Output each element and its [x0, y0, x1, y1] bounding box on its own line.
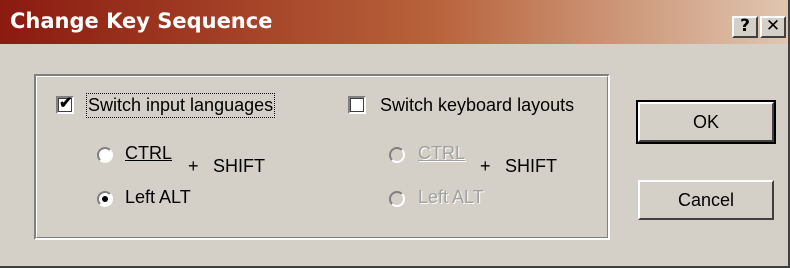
- switch-keyboard-layouts-label[interactable]: Switch keyboard layouts: [380, 95, 574, 116]
- change-key-sequence-dialog: Change Key Sequence ? ✕ ✔ Switch input l…: [0, 0, 790, 268]
- layout-ctrl-text: CTRL: [418, 143, 466, 163]
- cancel-button[interactable]: Cancel: [638, 180, 774, 220]
- layout-shift-label: SHIFT: [505, 156, 557, 176]
- switch-keyboard-layouts-checkbox[interactable]: [348, 96, 366, 114]
- input-ctrl-text: CTRL: [125, 143, 173, 163]
- close-button[interactable]: ✕: [760, 16, 786, 38]
- close-icon: ✕: [765, 16, 781, 36]
- input-left-alt-radio[interactable]: [97, 191, 113, 207]
- layout-ctrl-shift-radio[interactable]: [389, 147, 405, 163]
- ok-button[interactable]: OK: [636, 100, 776, 144]
- switch-input-languages-checkbox[interactable]: ✔: [56, 95, 74, 114]
- window-title: Change Key Sequence: [10, 9, 273, 33]
- checkmark-icon: ✔: [59, 95, 73, 112]
- title-bar[interactable]: Change Key Sequence ? ✕: [0, 0, 788, 44]
- switch-input-languages-label[interactable]: Switch input languages: [85, 93, 276, 118]
- layout-left-alt-radio[interactable]: [389, 191, 405, 207]
- radio-selected-dot: [102, 196, 108, 202]
- input-ctrl-label[interactable]: CTRL: [125, 143, 172, 164]
- input-shift-label: SHIFT: [213, 156, 265, 176]
- layout-plus-label: +: [480, 156, 491, 176]
- help-button[interactable]: ?: [732, 16, 758, 38]
- layout-ctrl-label[interactable]: CTRL: [418, 143, 465, 164]
- layout-left-alt-label[interactable]: Left ALT: [418, 187, 484, 208]
- input-ctrl-shift-radio[interactable]: [97, 147, 113, 163]
- input-left-alt-label[interactable]: Left ALT: [125, 187, 191, 208]
- input-plus-label: +: [188, 156, 199, 176]
